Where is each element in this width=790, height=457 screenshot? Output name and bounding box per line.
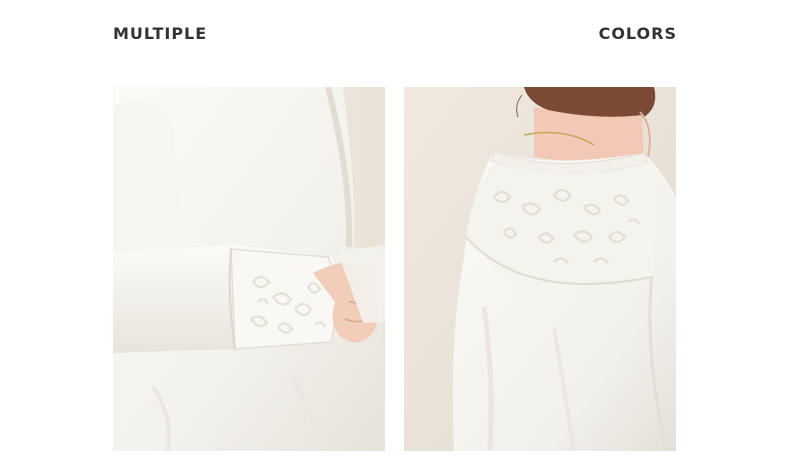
heading-colors: COLORS <box>598 24 677 43</box>
shoulder-detail-photo <box>404 87 676 451</box>
heading-multiple: MULTIPLE <box>113 24 208 43</box>
sleeve-detail-photo <box>113 87 385 451</box>
